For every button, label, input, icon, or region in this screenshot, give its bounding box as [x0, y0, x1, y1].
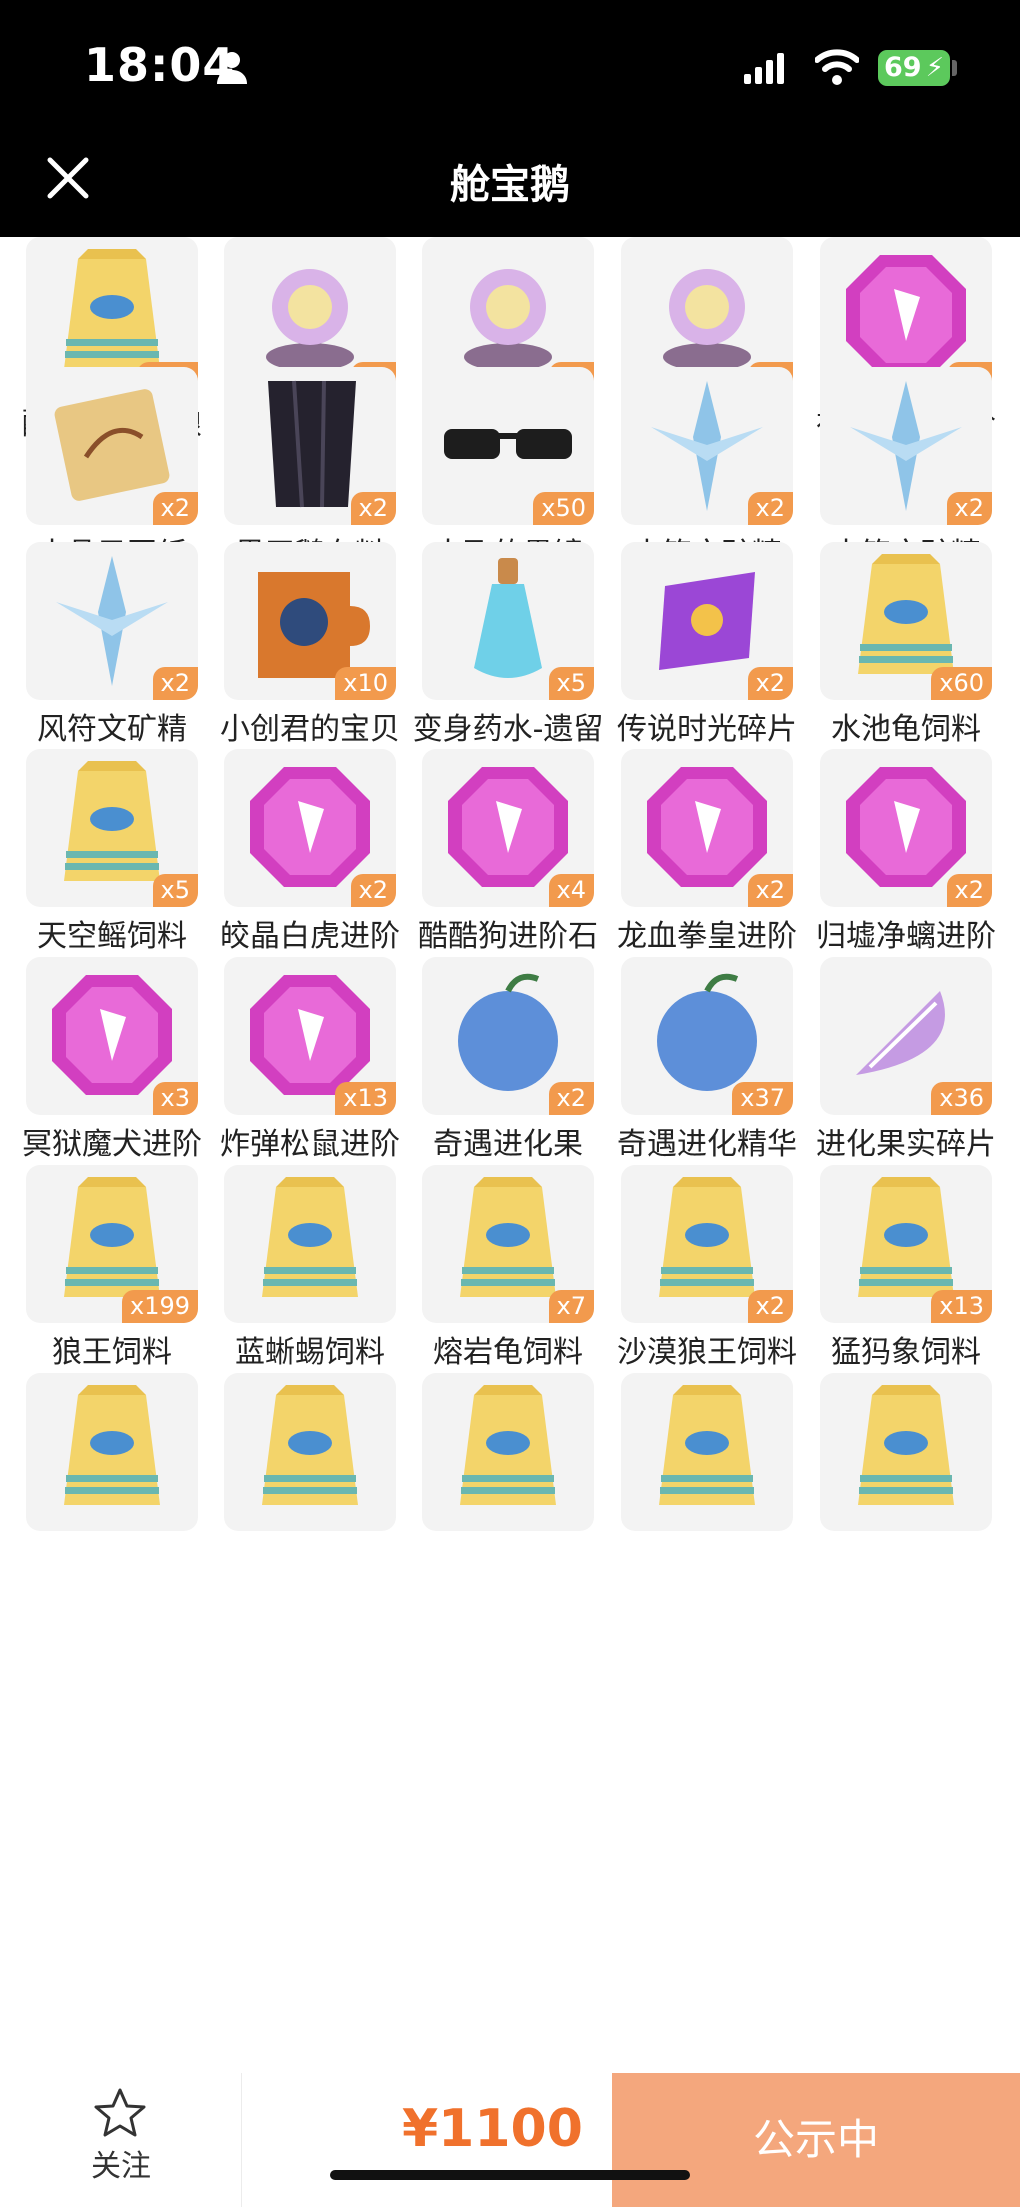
- item-name: 猛犸象饲料: [831, 1335, 981, 1370]
- item-count-badge: x2: [152, 492, 198, 525]
- signal-icon: [744, 53, 784, 84]
- item-tile[interactable]: x2: [621, 1165, 793, 1323]
- page-title: 舱宝鹅: [450, 162, 570, 208]
- item-tile[interactable]: x2: [621, 749, 793, 907]
- item-name: 奇遇进化果: [433, 1127, 583, 1162]
- battery-level: 69: [884, 52, 922, 83]
- item-tile[interactable]: x2: [224, 367, 396, 525]
- item-tile[interactable]: x2: [422, 957, 594, 1115]
- item-count-badge: x4: [548, 874, 594, 907]
- item-tile[interactable]: x13: [224, 957, 396, 1115]
- item-count-badge: x2: [350, 492, 396, 525]
- item-tile[interactable]: [422, 1373, 594, 1531]
- item-tile[interactable]: x60: [820, 542, 992, 700]
- star-icon[interactable]: [92, 2087, 148, 2141]
- item-count-badge: x2: [747, 667, 793, 700]
- battery-indicator: 69 ⚡: [878, 50, 950, 86]
- item-tile[interactable]: [621, 1373, 793, 1531]
- item-name: 奇遇进化精华: [617, 1127, 797, 1162]
- item-tile[interactable]: x13: [820, 1165, 992, 1323]
- item-count-badge: x13: [931, 1290, 992, 1323]
- item-tile[interactable]: x2: [621, 542, 793, 700]
- wifi-icon: [815, 49, 859, 85]
- item-tile[interactable]: x50: [422, 367, 594, 525]
- item-tile[interactable]: x5: [422, 542, 594, 700]
- item-name: 天空鳐饲料: [37, 919, 187, 954]
- item-count-badge: x2: [747, 1290, 793, 1323]
- item-count-badge: x5: [152, 874, 198, 907]
- item-tile[interactable]: x7: [422, 1165, 594, 1323]
- status-bar: 18:04 69 ⚡: [0, 0, 1020, 130]
- item-tile[interactable]: x2: [224, 749, 396, 907]
- item-tile[interactable]: x10: [224, 542, 396, 700]
- item-count-badge: x13: [335, 1082, 396, 1115]
- battery-cap: [952, 60, 957, 76]
- status-time: 18:04: [84, 38, 236, 92]
- item-tile[interactable]: x199: [26, 1165, 198, 1323]
- item-count-badge: x2: [548, 1082, 594, 1115]
- item-tile[interactable]: x37: [621, 957, 793, 1115]
- home-indicator: [330, 2170, 690, 2180]
- item-count-badge: x2: [350, 874, 396, 907]
- item-count-badge: x7: [548, 1290, 594, 1323]
- item-tile[interactable]: [26, 1373, 198, 1531]
- item-name: 传说时光碎片: [617, 712, 797, 747]
- item-tile[interactable]: x36: [820, 957, 992, 1115]
- item-tile[interactable]: x4: [422, 749, 594, 907]
- item-count-badge: x5: [548, 667, 594, 700]
- item-count-badge: x2: [747, 874, 793, 907]
- item-tile[interactable]: x2: [820, 749, 992, 907]
- item-tile[interactable]: [820, 1373, 992, 1531]
- item-name: 风符文矿精: [37, 712, 187, 747]
- item-count-badge: x50: [533, 492, 594, 525]
- item-tile[interactable]: [224, 1165, 396, 1323]
- item-name: 熔岩龟饲料: [433, 1335, 583, 1370]
- item-count-badge: x60: [931, 667, 992, 700]
- item-count-badge: x10: [335, 667, 396, 700]
- item-count-badge: x2: [946, 492, 992, 525]
- item-count-badge: x199: [121, 1290, 198, 1323]
- item-count-badge: x37: [732, 1082, 793, 1115]
- item-count-badge: x2: [747, 492, 793, 525]
- person-icon: [217, 52, 247, 84]
- charging-icon: ⚡: [925, 53, 944, 83]
- item-count-badge: x36: [931, 1082, 992, 1115]
- price: ¥1100: [402, 2099, 583, 2159]
- item-tile[interactable]: x2: [26, 367, 198, 525]
- item-name: 蓝蜥蜴饲料: [235, 1335, 385, 1370]
- follow-label[interactable]: 关注: [0, 2141, 242, 2185]
- status-button[interactable]: 公示中: [612, 2073, 1020, 2207]
- item-name: 沙漠狼王饲料: [617, 1335, 797, 1370]
- item-name: 进化果实碎片: [816, 1127, 996, 1162]
- item-tile[interactable]: x5: [26, 749, 198, 907]
- item-tile[interactable]: x2: [820, 367, 992, 525]
- item-name: 酷酷狗进阶石: [418, 919, 598, 954]
- item-tile[interactable]: [224, 1373, 396, 1531]
- item-tile[interactable]: x2: [621, 367, 793, 525]
- item-tile[interactable]: x2: [26, 542, 198, 700]
- item-name: 狼王饲料: [52, 1335, 172, 1370]
- app-root: 18:04 69 ⚡ 舱宝鹅 x65酷酷狗宠: [0, 0, 1020, 2207]
- item-count-badge: x3: [152, 1082, 198, 1115]
- item-count-badge: x2: [946, 874, 992, 907]
- item-count-badge: x2: [152, 667, 198, 700]
- item-name: 水池龟饲料: [831, 712, 981, 747]
- item-tile[interactable]: x3: [26, 957, 198, 1115]
